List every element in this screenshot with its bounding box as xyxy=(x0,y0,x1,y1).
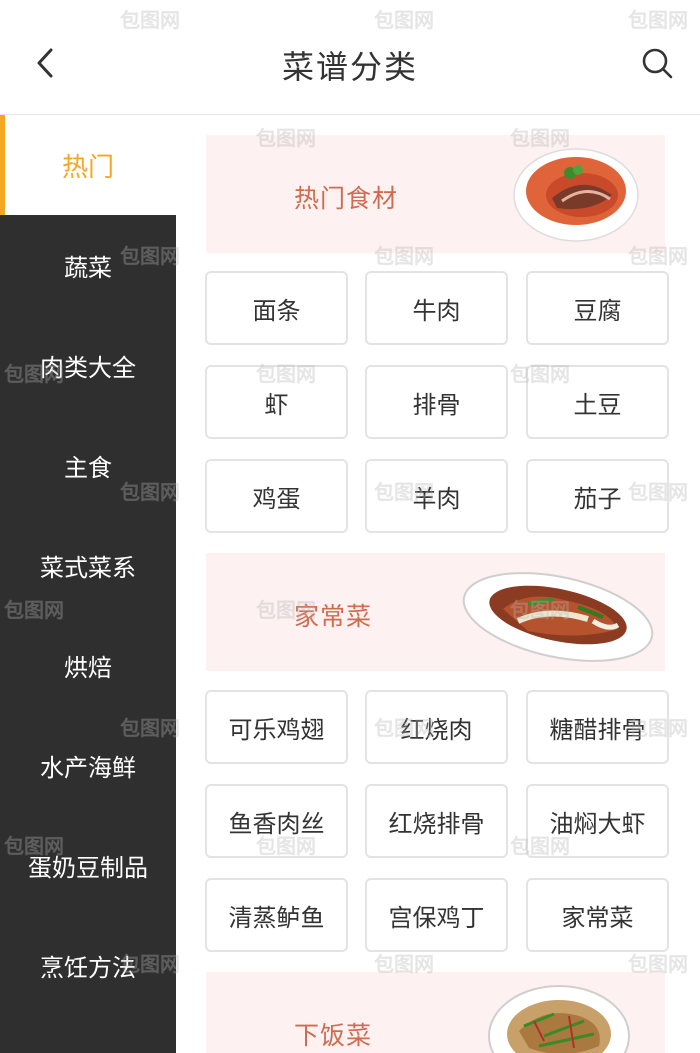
ingredient-ribs[interactable]: 排骨 xyxy=(365,365,508,439)
cell-label: 红烧排骨 xyxy=(388,809,485,838)
section-title: 家常菜 xyxy=(294,602,373,631)
ingredient-noodles[interactable]: 面条 xyxy=(205,271,348,345)
category-sidebar: 热门 蔬菜 肉类大全 主食 菜式菜系 烘焙 水产海鲜 蛋奶豆制品 烹饪方法 xyxy=(0,115,176,1053)
sidebar-item-label: 水产海鲜 xyxy=(40,753,136,782)
dish-image xyxy=(462,572,654,662)
dish-steamed-perch[interactable]: 清蒸鲈鱼 xyxy=(205,878,348,952)
sidebar-item-meat[interactable]: 肉类大全 xyxy=(0,315,176,415)
cell-label: 面条 xyxy=(252,296,301,325)
dish-kung-pao-chicken[interactable]: 宫保鸡丁 xyxy=(365,878,508,952)
dish-fish-flavored-pork[interactable]: 鱼香肉丝 xyxy=(205,784,348,858)
dish-braised-prawns[interactable]: 油焖大虾 xyxy=(526,784,669,858)
search-button[interactable] xyxy=(634,40,680,86)
cell-label: 豆腐 xyxy=(573,296,622,325)
ingredient-shrimp[interactable]: 虾 xyxy=(205,365,348,439)
sidebar-item-label: 热门 xyxy=(61,152,114,183)
sidebar-item-label: 主食 xyxy=(64,453,112,482)
sidebar-item-label: 蛋奶豆制品 xyxy=(28,853,148,882)
dish-braised-pork[interactable]: 红烧肉 xyxy=(365,690,508,764)
section-banner-hot-ingredients[interactable]: 热门食材 xyxy=(206,135,665,253)
ingredient-beef[interactable]: 牛肉 xyxy=(365,271,508,345)
cell-label: 家常菜 xyxy=(561,903,634,932)
section-title: 下饭菜 xyxy=(294,1021,373,1050)
cell-label: 糖醋排骨 xyxy=(549,715,646,744)
section-banner-home-cooking[interactable]: 家常菜 xyxy=(206,553,665,671)
ingredient-eggplant[interactable]: 茄子 xyxy=(526,459,669,533)
dish-image xyxy=(513,148,639,242)
cell-label: 鱼香肉丝 xyxy=(228,809,325,838)
page-title: 菜谱分类 xyxy=(281,48,418,86)
sidebar-item-label: 菜式菜系 xyxy=(40,553,136,582)
cell-label: 油焖大虾 xyxy=(549,809,646,838)
section-title: 热门食材 xyxy=(294,184,399,213)
top-bar: 菜谱分类 xyxy=(0,0,700,115)
cell-label: 茄子 xyxy=(573,484,622,513)
cell-label: 红烧肉 xyxy=(400,715,473,744)
cell-label: 宫保鸡丁 xyxy=(388,903,485,932)
sidebar-item-label: 肉类大全 xyxy=(40,353,136,382)
cell-label: 排骨 xyxy=(412,390,461,419)
ingredient-potato[interactable]: 土豆 xyxy=(526,365,669,439)
cell-label: 清蒸鲈鱼 xyxy=(228,903,325,932)
sidebar-item-label: 烹饪方法 xyxy=(40,953,136,982)
cell-label: 羊肉 xyxy=(412,484,461,513)
ingredient-tofu[interactable]: 豆腐 xyxy=(526,271,669,345)
cell-label: 鸡蛋 xyxy=(252,484,301,513)
sidebar-item-label: 烘焙 xyxy=(64,653,112,682)
dish-braised-ribs[interactable]: 红烧排骨 xyxy=(365,784,508,858)
sidebar-item-vegetables[interactable]: 蔬菜 xyxy=(0,215,176,315)
cell-label: 可乐鸡翅 xyxy=(228,715,325,744)
sidebar-item-baking[interactable]: 烘焙 xyxy=(0,615,176,715)
sidebar-item-hot[interactable]: 热门 xyxy=(0,115,176,215)
cell-label: 虾 xyxy=(264,390,289,419)
sidebar-item-cooking-methods[interactable]: 烹饪方法 xyxy=(0,915,176,1015)
sidebar-item-seafood[interactable]: 水产海鲜 xyxy=(0,715,176,815)
cell-label: 牛肉 xyxy=(412,296,461,325)
sidebar-list: 蔬菜 肉类大全 主食 菜式菜系 烘焙 水产海鲜 蛋奶豆制品 烹饪方法 xyxy=(0,215,176,1053)
ingredient-egg[interactable]: 鸡蛋 xyxy=(205,459,348,533)
cell-label: 土豆 xyxy=(573,390,622,419)
sidebar-item-cuisine[interactable]: 菜式菜系 xyxy=(0,515,176,615)
dish-home-style[interactable]: 家常菜 xyxy=(526,878,669,952)
dish-sweet-sour-ribs[interactable]: 糖醋排骨 xyxy=(526,690,669,764)
search-icon xyxy=(642,48,673,79)
category-content: 热门食材 面条 牛肉 豆腐 虾 排骨 土豆 鸡蛋 羊肉 茄子 家常菜 可乐鸡翅 … xyxy=(176,115,700,1053)
sidebar-item-staple[interactable]: 主食 xyxy=(0,415,176,515)
ingredient-lamb[interactable]: 羊肉 xyxy=(365,459,508,533)
sidebar-item-label: 蔬菜 xyxy=(64,253,112,282)
dish-image xyxy=(488,985,630,1053)
section-banner-rice-dishes[interactable]: 下饭菜 xyxy=(206,972,665,1053)
sidebar-item-egg-dairy-soy[interactable]: 蛋奶豆制品 xyxy=(0,815,176,915)
active-indicator xyxy=(0,115,5,215)
dish-cola-chicken-wings[interactable]: 可乐鸡翅 xyxy=(205,690,348,764)
